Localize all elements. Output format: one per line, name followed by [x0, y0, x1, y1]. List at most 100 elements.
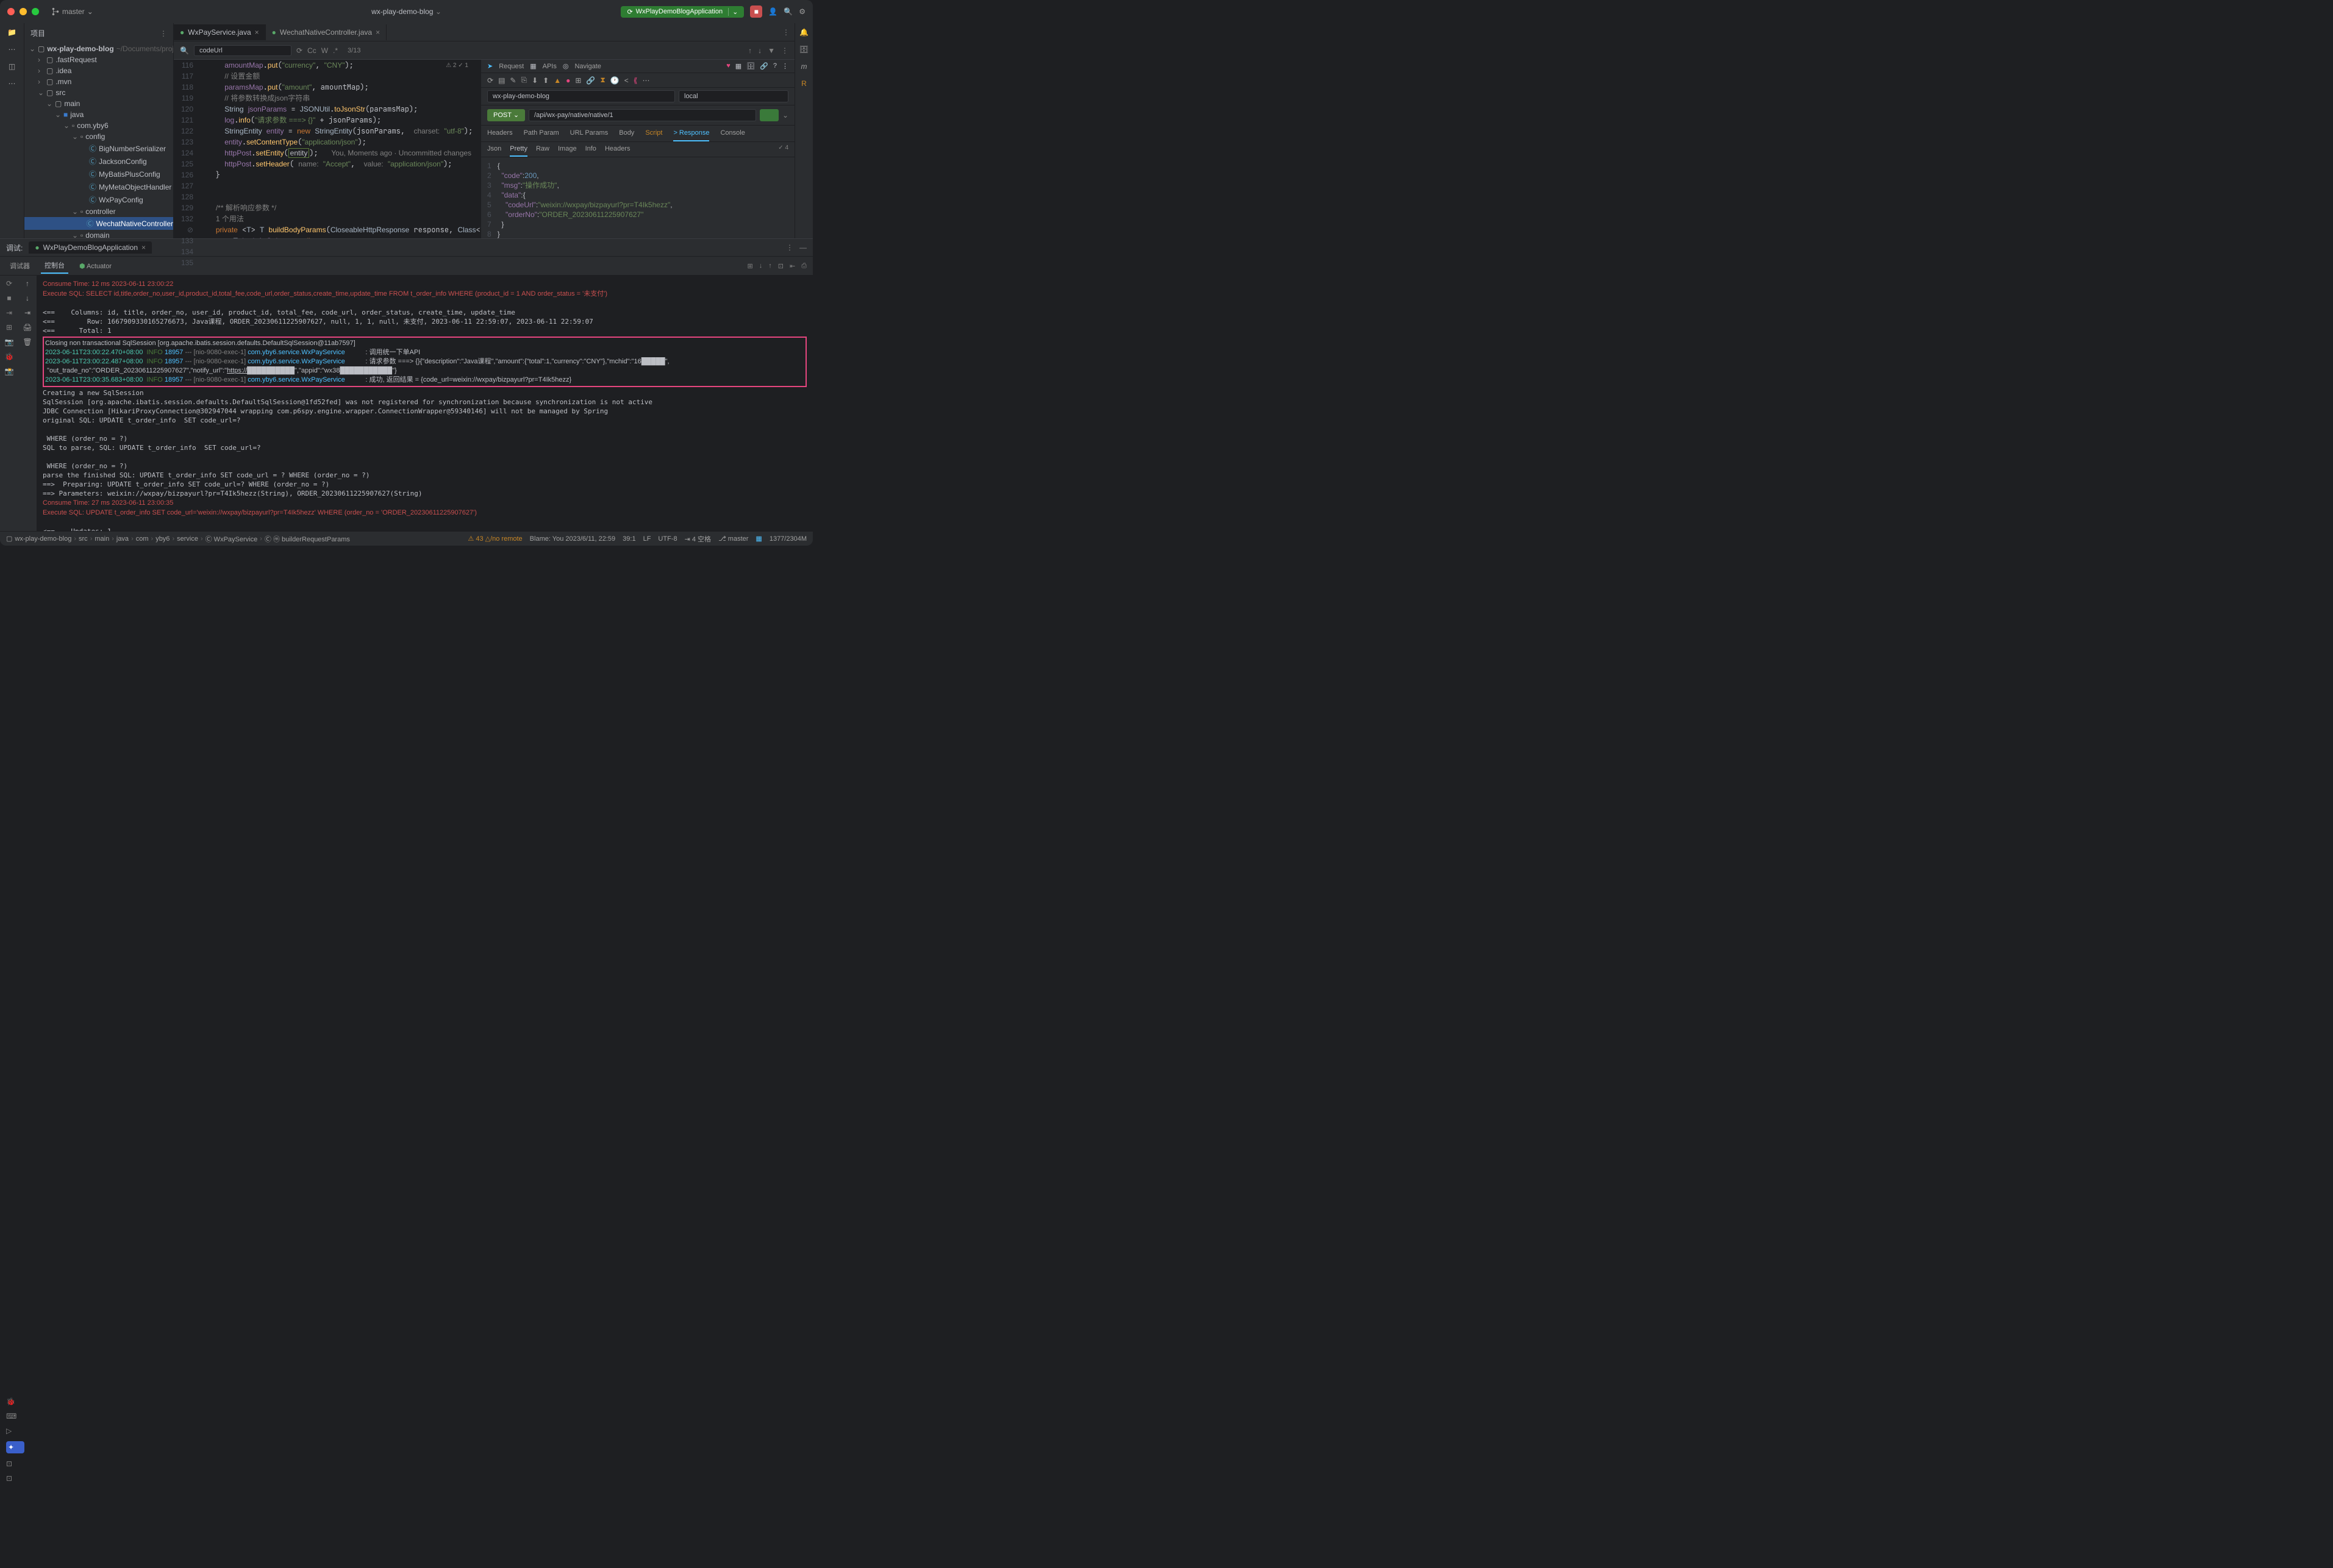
http-method-selector[interactable]: POST ⌄	[487, 109, 525, 121]
url-input[interactable]	[529, 109, 756, 121]
response-subtab[interactable]: Raw	[536, 142, 549, 157]
code-editor[interactable]: 1161171181191201211221231241251261271281…	[174, 60, 481, 238]
tree-node[interactable]: ⌄▫ com.yby6	[24, 120, 173, 131]
response-subtab[interactable]: Json	[487, 142, 501, 157]
breadcrumb-item[interactable]: main	[95, 535, 109, 543]
encoding[interactable]: UTF-8	[658, 535, 677, 543]
bookmark-icon[interactable]: ⋯	[9, 45, 16, 54]
db-icon[interactable]: 🗄	[746, 62, 755, 70]
next-match-btn[interactable]: ↓	[758, 46, 762, 55]
debug-session-tab[interactable]: ● WxPlayDemoBlogApplication ×	[29, 241, 152, 254]
breadcrumbs[interactable]: ▢ wx-play-demo-blog › src › main › java …	[6, 534, 463, 544]
services-icon[interactable]: ✦	[6, 1441, 24, 1453]
debug-icon[interactable]: 🐞	[6, 1397, 24, 1406]
breadcrumb-item[interactable]: src	[79, 535, 88, 543]
tool-icon[interactable]: ↑	[768, 262, 772, 270]
db-icon[interactable]: 🗄	[799, 45, 809, 54]
tree-node[interactable]: ›▢ .fastRequest	[24, 54, 173, 65]
more-icon[interactable]: ⋮	[782, 62, 788, 70]
tree-node[interactable]: Ⓒ JacksonConfig	[24, 155, 173, 168]
minimize-window-btn[interactable]	[20, 8, 27, 15]
scroll-icon[interactable]: ↓	[26, 294, 29, 302]
wrap-icon[interactable]: ⇥	[24, 308, 30, 317]
debug-subtab[interactable]: 控制台	[41, 258, 68, 274]
project-title[interactable]: wx-play-demo-blog ⌄	[371, 7, 441, 16]
request-tab[interactable]: Path Param	[524, 126, 559, 141]
apis-link[interactable]: APIs	[543, 63, 557, 70]
tool-icon[interactable]: ✎	[510, 76, 516, 85]
line-sep[interactable]: LF	[643, 535, 651, 543]
run-config-selector[interactable]: ⟳ WxPlayDemoBlogApplication ⌄	[621, 6, 744, 18]
skip-icon[interactable]: ⇥	[6, 308, 12, 317]
tool-icon[interactable]: ▲	[554, 76, 561, 85]
request-tab[interactable]: Body	[619, 126, 634, 141]
maximize-window-btn[interactable]	[32, 8, 39, 15]
debug-subtab[interactable]: ⬢ Actuator	[76, 260, 115, 273]
tool-icon[interactable]: ⎙	[801, 262, 807, 270]
folder-icon[interactable]: 📁	[7, 28, 16, 37]
tool-icon[interactable]: ⬆	[543, 76, 549, 85]
rerun-icon[interactable]: ⟳	[6, 279, 12, 288]
refresh-icon[interactable]: ⟳	[296, 46, 302, 55]
bug-icon[interactable]: 🐞	[5, 352, 14, 361]
cursor-position[interactable]: 39:1	[623, 535, 635, 543]
tool-icon[interactable]: ●	[566, 76, 570, 85]
run-icon[interactable]: ▷	[6, 1427, 24, 1435]
filter-icon[interactable]: ▼	[768, 46, 775, 55]
bell-icon[interactable]: 🔔	[799, 28, 809, 37]
warnings-badge[interactable]: ⚠ 43 △/no remote	[468, 535, 522, 543]
tool-icon[interactable]: ⧗	[600, 76, 605, 85]
navigate-link[interactable]: Navigate	[574, 63, 601, 70]
request-tab[interactable]: > Response	[673, 126, 709, 141]
stop-button[interactable]: ■	[750, 5, 762, 18]
search-input[interactable]	[194, 45, 291, 56]
memory-indicator[interactable]: 1377/2304M	[770, 535, 807, 543]
tool-icon[interactable]: ⋯	[642, 76, 649, 85]
tree-node[interactable]: ⌄▫ domain	[24, 230, 173, 238]
more-icon[interactable]: ⋮	[786, 243, 793, 252]
tool-icon[interactable]: 🔗	[586, 76, 595, 85]
tool-icon[interactable]: ⟳	[487, 76, 493, 85]
tool-icon[interactable]: ▤	[498, 76, 505, 85]
gear-icon[interactable]: ⚙	[799, 7, 806, 16]
print-icon[interactable]: 🖨	[23, 323, 32, 332]
help-icon[interactable]: ?	[773, 62, 777, 70]
request-tab[interactable]: Headers	[487, 126, 513, 141]
close-icon[interactable]: ×	[255, 28, 259, 37]
camera-icon[interactable]: 📷	[5, 338, 14, 346]
tool-icon[interactable]: 🕐	[610, 76, 620, 85]
minimize-icon[interactable]: —	[799, 243, 807, 252]
gear-icon[interactable]: 📸	[5, 367, 14, 376]
tree-node[interactable]: ⌄▢ src	[24, 87, 173, 98]
indent-label[interactable]: ⇥ 4 空格	[685, 534, 711, 544]
close-icon[interactable]: ×	[141, 243, 146, 252]
words-btn[interactable]: W	[321, 46, 328, 55]
rocket-icon[interactable]: R	[801, 79, 807, 88]
more-icon[interactable]: ⋮	[777, 28, 795, 37]
tree-node[interactable]: Ⓒ WxPayConfig	[24, 193, 173, 206]
heart-icon[interactable]: ♥	[726, 62, 731, 70]
tool-icon[interactable]: ⊡	[778, 262, 784, 270]
response-subtab[interactable]: Pretty	[510, 142, 527, 157]
response-json-view[interactable]: 12345678 { "code":200, "msg":"操作成功", "da…	[481, 157, 795, 243]
tree-node[interactable]: Ⓒ BigNumberSerializer	[24, 142, 173, 155]
clear-icon[interactable]: 🗑	[23, 338, 32, 346]
git-branch-selector[interactable]: master ⌄	[51, 7, 93, 16]
prev-match-btn[interactable]: ↑	[748, 46, 752, 55]
match-case-btn[interactable]: Cc	[307, 46, 316, 55]
user-icon[interactable]: 👤	[768, 7, 777, 16]
more-icon[interactable]: ⋮	[781, 46, 788, 55]
tree-node[interactable]: Ⓒ MyBatisPlusConfig	[24, 168, 173, 180]
tool-icon[interactable]: ⬇	[532, 76, 538, 85]
scroll-icon[interactable]: ↑	[26, 279, 29, 288]
tool-icon[interactable]: ⟪	[634, 76, 638, 85]
tool-icon[interactable]: ↓	[759, 262, 763, 270]
breadcrumb-item[interactable]: com	[136, 535, 149, 543]
maven-icon[interactable]: m	[801, 62, 807, 71]
inspection-badge[interactable]: ⚠ 2 ✓ 1	[446, 62, 468, 69]
tool-icon[interactable]: ⎘	[521, 76, 527, 85]
blame-info[interactable]: Blame: You 2023/6/11, 22:59	[530, 535, 615, 543]
request-tab[interactable]: Script	[645, 126, 662, 141]
response-subtab[interactable]: Headers	[605, 142, 631, 157]
panel-menu-icon[interactable]: ⋮	[160, 29, 167, 38]
